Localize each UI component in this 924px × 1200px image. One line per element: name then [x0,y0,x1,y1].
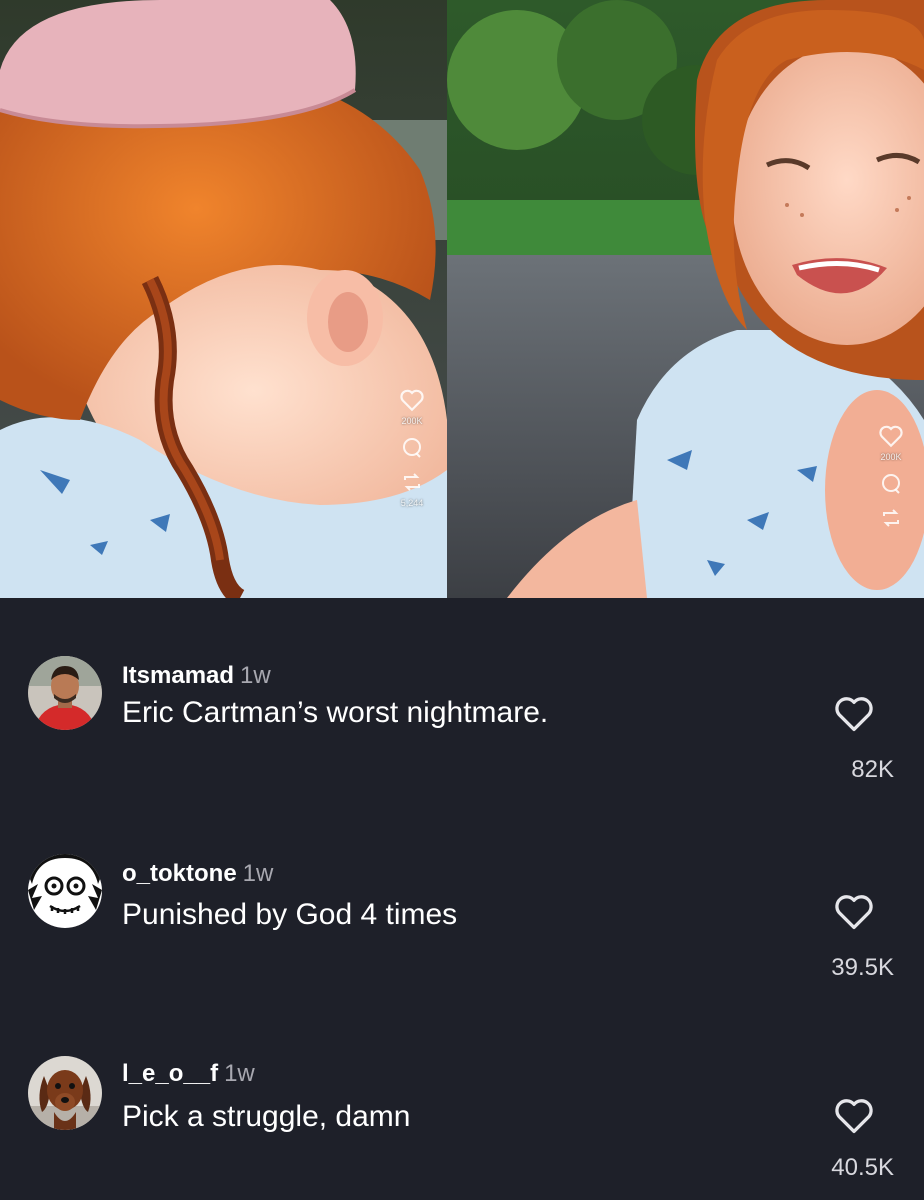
comment-meta: l_e_o__f 1w [122,1060,255,1088]
video-frame-right[interactable]: 200K [447,0,924,598]
like-count: 39.5K [831,954,894,981]
comment-age: 1w [242,860,274,887]
left-side-actions: 200K 5,244 [399,388,425,508]
comment-item: o_toktone 1w Punished by God 4 times 39.5… [0,854,924,1004]
left-like-count: 200K [401,416,423,426]
comment-username[interactable]: l_e_o__f [122,1060,218,1087]
like-button[interactable] [832,1096,876,1136]
screenshot-page: 200K 5,244 200K Itsmamad 1w Eric Cartman… [0,0,924,1200]
video-frame-right-image [447,0,924,598]
avatar[interactable] [28,854,102,928]
comment-age: 1w [224,1060,255,1087]
video-frame-left[interactable]: 200K 5,244 [0,0,447,598]
right-side-actions: 200K [878,424,904,530]
like-button[interactable] [832,694,876,734]
like-button[interactable] [832,892,876,932]
comment-text: Punished by God 4 times [122,898,458,931]
left-share-count: 5,244 [400,498,424,508]
comment-icon[interactable] [879,472,903,496]
avatar[interactable] [28,1056,102,1130]
comment-meta: o_toktone 1w [122,860,273,888]
heart-icon[interactable] [878,424,904,448]
comment-list: Itsmamad 1w Eric Cartman’s worst nightmar… [0,598,924,1200]
heart-icon [835,1099,873,1134]
heart-icon [835,895,873,930]
heart-icon [835,697,873,732]
comment-username[interactable]: Itsmamad [122,662,234,689]
comment-item: Itsmamad 1w Eric Cartman’s worst nightmar… [0,652,924,802]
comment-username[interactable]: o_toktone [122,860,237,887]
comment-age: 1w [240,662,271,689]
heart-icon[interactable] [399,388,425,412]
man-red-shirt-avatar [28,656,102,730]
dog-avatar [28,1056,102,1130]
share-icon[interactable] [400,470,424,494]
right-like-count: 200K [880,452,902,462]
video-strip: 200K 5,244 200K [0,0,924,598]
comment-text: Pick a struggle, damn [122,1100,411,1133]
share-icon[interactable] [879,506,903,530]
comment-text: Eric Cartman’s worst nightmare. [122,696,549,729]
like-count: 82K [851,756,894,783]
video-frame-left-image [0,0,447,598]
comment-icon[interactable] [400,436,424,460]
comment-meta: Itsmamad 1w [122,662,271,690]
comment-item: l_e_o__f 1w Pick a struggle, damn 40.5K [0,1056,924,1200]
like-count: 40.5K [831,1154,894,1181]
avatar[interactable] [28,656,102,730]
cartoon-face-avatar [28,854,102,928]
